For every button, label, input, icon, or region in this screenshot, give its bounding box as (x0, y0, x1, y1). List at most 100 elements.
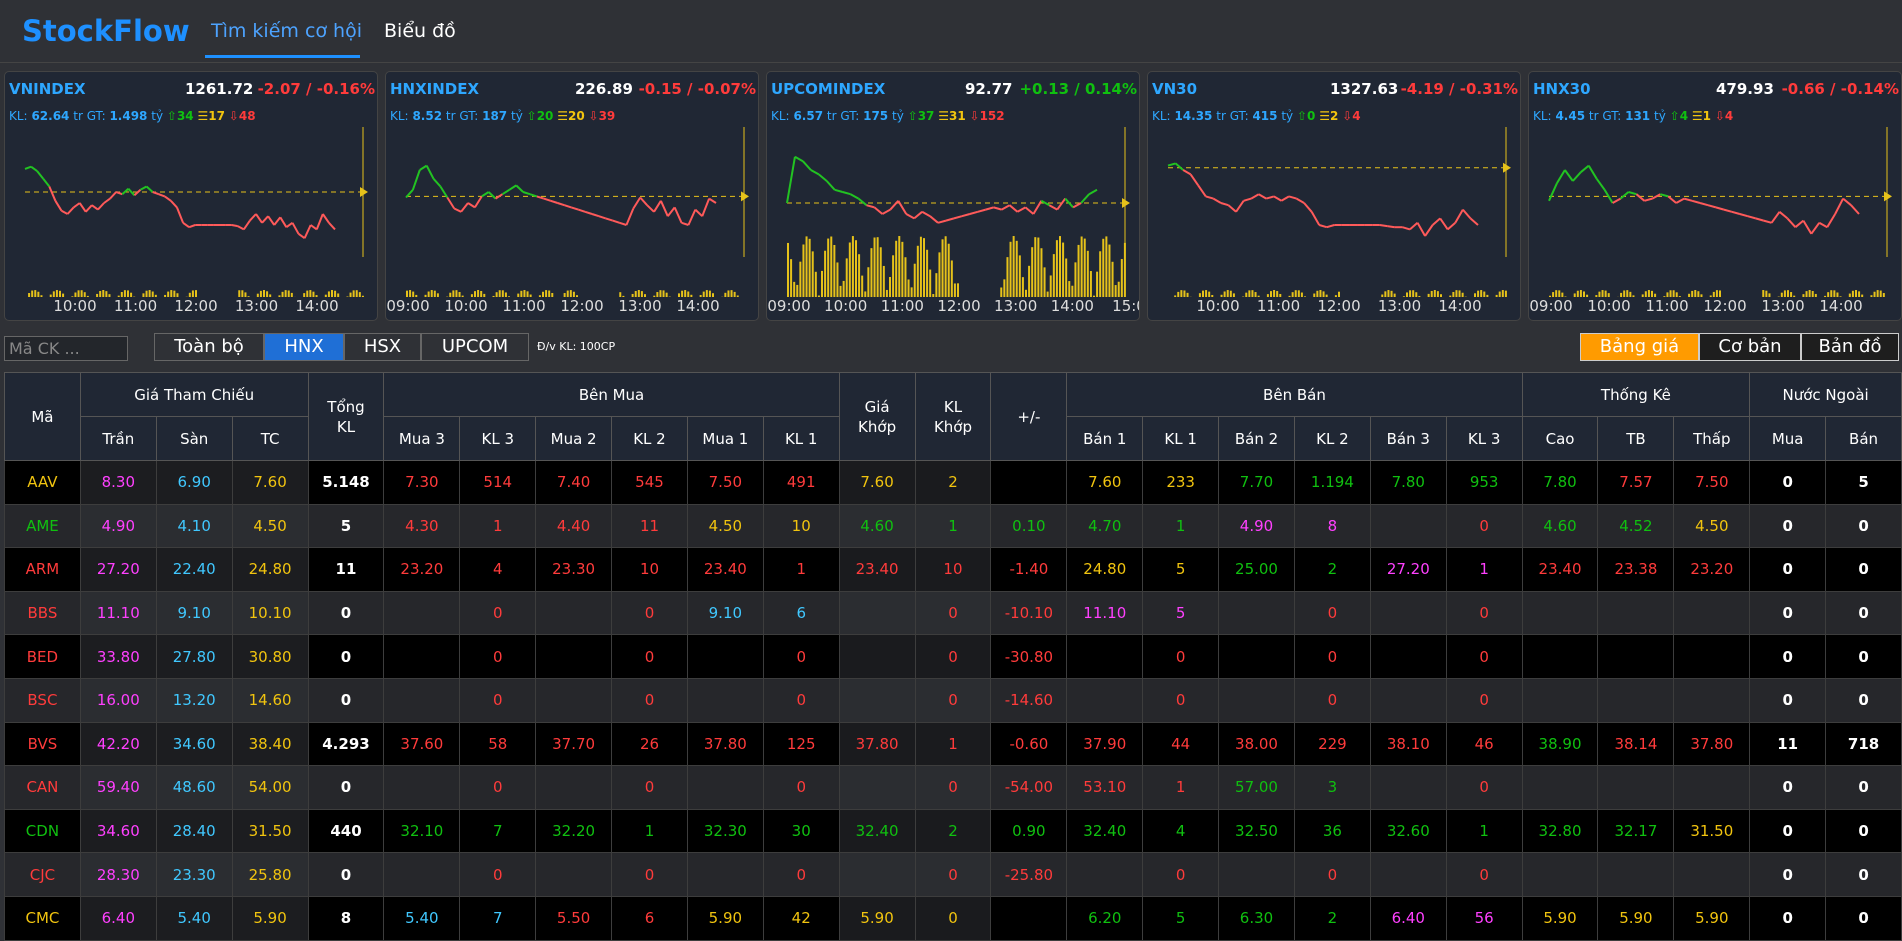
price-segment (1008, 204, 1019, 213)
col-bid2[interactable]: Mua 2 (535, 416, 613, 461)
cell-symbol[interactable]: BED (4, 634, 81, 679)
tab-opportunity-search[interactable]: Tìm kiếm cơ hội (211, 20, 362, 42)
cell-symbol[interactable]: CJC (4, 852, 81, 897)
price-segment (529, 193, 538, 198)
table-row[interactable]: ARM 27.20 22.40 24.80 11 23.20 4 23.30 10 23.40 1 2… (4, 547, 1902, 592)
view-fundamentals[interactable]: Cơ bản (1699, 333, 1801, 361)
symbol-search-input[interactable] (4, 336, 128, 361)
cell-ask1 (1066, 677, 1144, 723)
cell-symbol[interactable]: CDN (4, 808, 81, 854)
brand-logo[interactable]: StockFlow (22, 14, 190, 48)
col-ask1[interactable]: Bán 1 (1066, 416, 1144, 461)
col-low[interactable]: Thấp (1673, 416, 1751, 461)
time-tick-label: 10:00 (53, 297, 97, 315)
price-segment (1644, 197, 1653, 202)
cell-bidvol3: 1 (459, 503, 537, 549)
col-ask3[interactable]: Bán 3 (1369, 416, 1447, 461)
col-bidvol2[interactable]: KL 2 (611, 416, 688, 461)
col-change[interactable]: +/- (990, 372, 1068, 461)
index-card-upcomindex[interactable]: UPCOMINDEX 92.77 +0.13 / 0.14% KL: 6.57 … (766, 71, 1140, 321)
volume-bar (1555, 290, 1558, 297)
col-floor[interactable]: Sàn (155, 416, 233, 461)
view-map[interactable]: Bản đồ (1801, 333, 1899, 361)
exchange-tab-all[interactable]: Toàn bộ (154, 333, 264, 361)
price-segment (543, 197, 551, 202)
cell-low: 31.50 (1673, 808, 1751, 854)
exchange-tab-upcom[interactable]: UPCOM (421, 333, 529, 361)
reference-arrow (1503, 162, 1511, 173)
col-askvol1[interactable]: KL 1 (1142, 416, 1220, 461)
tab-charts[interactable]: Biểu đồ (384, 20, 456, 42)
col-avg[interactable]: TB (1597, 416, 1675, 461)
cell-symbol[interactable]: BSC (4, 677, 81, 723)
table-row[interactable]: BBS 11.10 9.10 10.10 0 0 0 9.10 6 0 -10.10 11.10 5 0 0… (4, 590, 1902, 636)
index-change: -0.15 / -0.07% (638, 80, 756, 98)
index-card-hnxindex[interactable]: HNXINDEX 226.89 -0.15 / -0.07% KL: 8.52 … (385, 71, 759, 321)
col-total-volume[interactable]: Tổng KL (307, 372, 385, 461)
cell-foreign-buy: 11 (1749, 721, 1827, 767)
price-segment (905, 213, 915, 220)
cell-symbol[interactable]: CAN (4, 765, 81, 810)
col-bidvol3[interactable]: KL 3 (459, 416, 537, 461)
index-card-vnindex[interactable]: VNINDEX 1261.72 -2.07 / -0.16% KL: 62.64… (4, 71, 378, 321)
col-ceiling[interactable]: Trần (79, 416, 157, 461)
cell-match-volume: 0 (914, 634, 992, 679)
cell-bid3 (383, 590, 461, 636)
cell-match-price (838, 852, 916, 897)
cell-bidvol1: 1 (762, 547, 840, 592)
volume-bar (1669, 290, 1672, 297)
cell-askvol1: 0 (1142, 852, 1220, 897)
volume-bar (957, 283, 959, 297)
col-bidvol1[interactable]: KL 1 (762, 416, 840, 461)
exchange-tab-hsx[interactable]: HSX (344, 333, 421, 361)
cell-bidvol1: 42 (762, 895, 840, 941)
volume-bar (1480, 290, 1483, 297)
volume-bar (637, 290, 640, 297)
cell-askvol2: 1.194 (1293, 460, 1371, 505)
col-askvol3[interactable]: KL 3 (1445, 416, 1523, 461)
advance-icon: ⇧ (1296, 109, 1308, 123)
cell-askvol1: 233 (1142, 460, 1220, 505)
cell-askvol3: 0 (1445, 677, 1523, 723)
col-askvol2[interactable]: KL 2 (1293, 416, 1371, 461)
col-symbol[interactable]: Mã (4, 372, 81, 461)
view-price-board[interactable]: Bảng giá (1580, 333, 1699, 361)
table-row[interactable]: AME 4.90 4.10 4.50 5 4.30 1 4.40 11 4.50 10 4.60 1 0.… (4, 503, 1902, 549)
cell-symbol[interactable]: BVS (4, 721, 81, 767)
table-row[interactable]: AAV 8.30 6.90 7.60 5.148 7.30 514 7.40 545 7.50 49… (4, 460, 1902, 505)
col-match-volume[interactable]: KL Khớp (914, 372, 992, 461)
table-row[interactable]: CJC 28.30 23.30 25.80 0 0 0 0 0 -25.80 0 0 0 0 0 (4, 852, 1902, 897)
cell-symbol[interactable]: AAV (4, 460, 81, 505)
index-card-hnx30[interactable]: HNX30 479.93 -0.66 / -0.14% KL: 4.45 tr … (1528, 71, 1902, 321)
table-row[interactable]: CMC 6.40 5.40 5.90 8 5.40 7 5.50 6 5.90 42 5.90 0 6.2… (4, 895, 1902, 941)
cell-match-price: 4.60 (838, 503, 916, 549)
col-foreign-sell[interactable]: Bán (1825, 416, 1902, 461)
table-row[interactable]: CAN 59.40 48.60 54.00 0 0 0 0 0 -54.00 53.10 1 57.00… (4, 765, 1902, 810)
col-bid3[interactable]: Mua 3 (383, 416, 461, 461)
col-ref[interactable]: TC (231, 416, 309, 461)
col-foreign-buy[interactable]: Mua (1749, 416, 1827, 461)
cell-symbol[interactable]: AME (4, 503, 81, 549)
price-segment (48, 186, 57, 202)
table-row[interactable]: CDN 34.60 28.40 31.50 440 32.10 7 32.20 1 32.30 30… (4, 808, 1902, 854)
col-bid1[interactable]: Mua 1 (686, 416, 764, 461)
table-row[interactable]: BVS 42.20 34.60 38.40 4.293 37.60 58 37.70 26 37.… (4, 721, 1902, 767)
cell-symbol[interactable]: CMC (4, 895, 81, 941)
cell-symbol[interactable]: BBS (4, 590, 81, 636)
group-reference: Giá Tham Chiếu (79, 372, 309, 417)
table-row[interactable]: BSC 16.00 13.20 14.60 0 0 0 0 0 -14.60 0 0 0 0 0 (4, 677, 1902, 723)
reference-arrow (1884, 191, 1892, 202)
cell-bidvol2: 11 (611, 503, 688, 549)
table-row[interactable]: BED 33.80 27.80 30.80 0 0 0 0 0 -30.80 0 0 0 0 0 (4, 634, 1902, 679)
col-high[interactable]: Cao (1521, 416, 1599, 461)
col-match-price[interactable]: Giá Khớp (838, 372, 916, 461)
volume-bar (833, 244, 836, 297)
cell-symbol[interactable]: ARM (4, 547, 81, 592)
cell-bid3: 32.10 (383, 808, 461, 854)
col-ask2[interactable]: Bán 2 (1218, 416, 1295, 461)
cell-high: 4.60 (1521, 503, 1599, 549)
unchanged-icon: ☰ (938, 109, 949, 123)
index-card-vn30[interactable]: VN30 1327.63 -4.19 / -0.31% KL: 14.35 tr… (1147, 71, 1521, 321)
volume-bar (811, 251, 814, 297)
exchange-tab-hnx[interactable]: HNX (264, 333, 344, 361)
